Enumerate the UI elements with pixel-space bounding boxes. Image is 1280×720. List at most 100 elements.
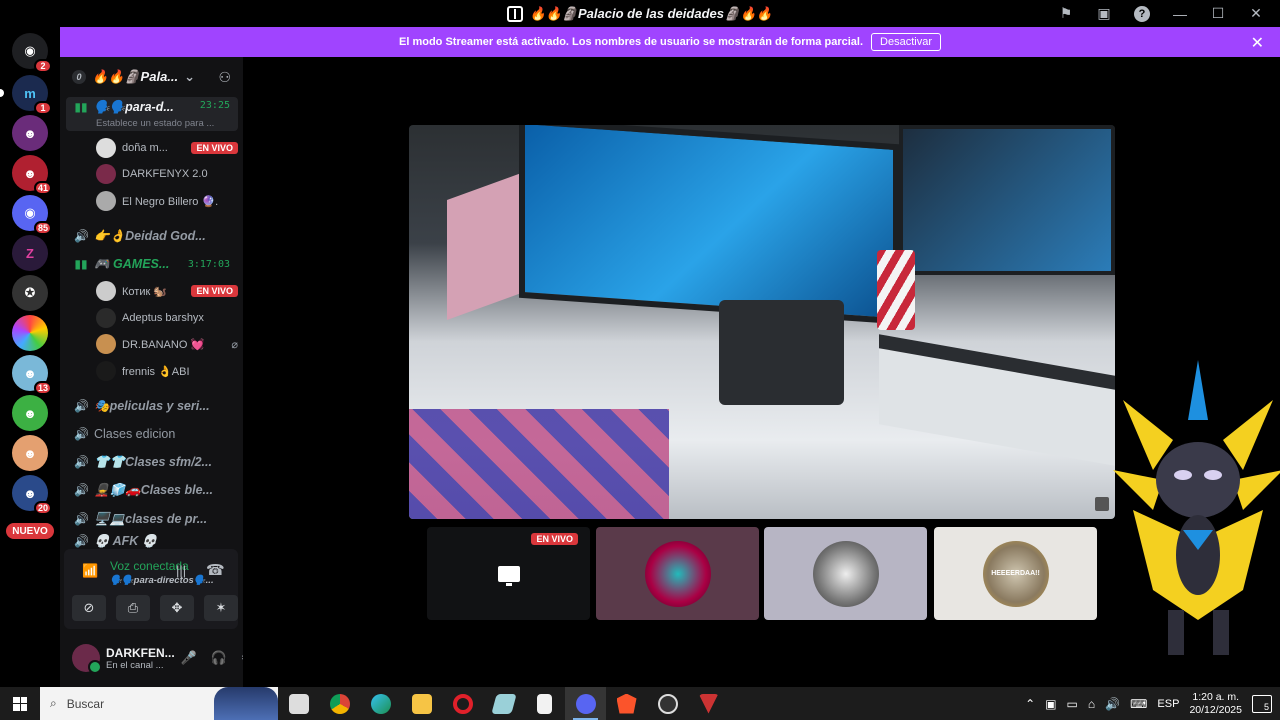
voice-active-icon: ▮▮ bbox=[74, 257, 88, 271]
soundboard-button[interactable]: ✶ bbox=[204, 595, 238, 621]
search-box[interactable]: ⌕ Buscar bbox=[40, 687, 278, 720]
start-button[interactable] bbox=[0, 687, 40, 720]
server-m-icon[interactable]: m1 bbox=[12, 75, 52, 115]
disable-streamer-button[interactable]: Desactivar bbox=[871, 33, 941, 51]
taskbar-app-opera[interactable] bbox=[442, 687, 483, 720]
microphone-icon[interactable]: 🎤 bbox=[181, 650, 197, 666]
clock-time: 1:20 a. m. bbox=[1192, 690, 1240, 703]
voice-user[interactable]: DARKFENYX 2.0 bbox=[96, 163, 238, 185]
voice-user[interactable]: El Negro Billero 🔮. bbox=[96, 190, 238, 212]
speaker-icon: 🔊 bbox=[74, 229, 89, 243]
taskbar-app-obs[interactable] bbox=[647, 687, 688, 720]
voice-channel-clases-blender[interactable]: 🔊 💂🧊🚗Clases ble... bbox=[66, 477, 238, 503]
keyboard-icon[interactable]: ⌨ bbox=[1130, 697, 1147, 711]
chevron-down-icon: ⌄ bbox=[184, 69, 196, 84]
server-avatar-icon[interactable]: ☻ bbox=[12, 395, 48, 431]
taskbar: ⌕ Buscar ⌃ ▣ ▭ ⌂ 🔊 ⌨ ESP 1:20 a. m. 20/1… bbox=[0, 687, 1280, 720]
voice-channel-name[interactable]: 🗣️🗣️para-directos🗣️... bbox=[110, 575, 214, 586]
notification-center-button[interactable]: 5 bbox=[1252, 694, 1272, 713]
search-icon: ⌕ bbox=[50, 696, 57, 710]
activities-icon: ✥ bbox=[171, 600, 183, 615]
channel-name: Clases edicion bbox=[94, 427, 176, 441]
volume-icon[interactable]: 🔊 bbox=[1105, 697, 1120, 711]
taskbar-app-notes[interactable] bbox=[483, 687, 524, 720]
taskbar-app-mail[interactable] bbox=[278, 687, 319, 720]
guild-header[interactable]: 0 🔥🔥🗿Pala... ⌄ ⚇ bbox=[60, 57, 243, 97]
server-avatar-icon[interactable]: ☻ bbox=[12, 435, 48, 471]
language-indicator[interactable]: ESP bbox=[1157, 698, 1179, 710]
server-emblem-icon[interactable]: ✪ bbox=[12, 275, 48, 311]
headphones-icon[interactable]: 🎧 bbox=[211, 650, 227, 666]
speaker-icon: 🔊 bbox=[74, 483, 89, 497]
participant-tile[interactable] bbox=[764, 527, 927, 620]
server-rainbow-icon[interactable] bbox=[12, 315, 48, 351]
channel-sidebar: 0 🔥🔥🗿Pala... ⌄ ⚇ ▮▮ 🗣️🗣️para-d... 23:25 … bbox=[60, 57, 253, 687]
server-avatar-icon[interactable]: ☻ 20 bbox=[12, 475, 52, 515]
server-avatar-icon[interactable]: ☻ 41 bbox=[12, 155, 52, 195]
share-screen-button[interactable]: ⎙ bbox=[116, 595, 150, 621]
voice-channel-games[interactable]: ▮▮ 🎮 GAMES... 3:17:03 bbox=[66, 251, 238, 277]
voice-channel-clases-pr[interactable]: 🔊 🖥️💻clases de pr... bbox=[66, 506, 238, 532]
voice-user[interactable]: Adeptus barshyx bbox=[96, 307, 238, 329]
voice-channel-peliculas[interactable]: 🔊 🎭peliculas y seri... bbox=[66, 393, 238, 419]
stream-tile[interactable]: EN VIVO bbox=[427, 527, 590, 620]
user-status: En el canal ... bbox=[106, 659, 164, 671]
voice-channel-afk[interactable]: 🔊 💀 AFK 💀 bbox=[66, 534, 238, 548]
user-panel: DARKFEN... En el canal ... 🎤 🎧 ⚙ bbox=[64, 635, 253, 681]
taskbar-app-brave[interactable] bbox=[606, 687, 647, 720]
server-avatar-icon[interactable]: ☻ 13 bbox=[12, 355, 52, 395]
fullscreen-icon[interactable] bbox=[1095, 497, 1109, 511]
title-bar: 🔥🔥🗿Palacio de las deidades🗿🔥🔥 ⚑ ▣ ? — ☐ … bbox=[0, 0, 1280, 27]
discord-server-icon[interactable]: ◉ 85 bbox=[12, 195, 52, 235]
participant-tile[interactable]: HEEEERDAA!! bbox=[934, 527, 1097, 620]
camera-icon[interactable]: ▣ bbox=[1045, 697, 1056, 711]
taskbar-app-discord[interactable] bbox=[565, 687, 606, 720]
voice-user[interactable]: doña m... EN VIVO bbox=[96, 137, 238, 159]
deafened-icon: ⌀ bbox=[231, 338, 238, 351]
avatar[interactable] bbox=[72, 644, 102, 674]
voice-user[interactable]: Котик 🐿️ EN VIVO bbox=[96, 280, 238, 302]
taskbar-app-edge[interactable] bbox=[360, 687, 401, 720]
taskbar-app-explorer[interactable] bbox=[401, 687, 442, 720]
close-icon[interactable]: ✕ bbox=[1251, 33, 1264, 53]
participant-tile[interactable] bbox=[596, 527, 759, 620]
window-title-text: 🔥🔥🗿Palacio de las deidades🗿🔥🔥 bbox=[529, 5, 773, 21]
user-controls: 🎤 🎧 ⚙ bbox=[181, 650, 253, 666]
discord-home-icon[interactable]: ◉ 2 bbox=[12, 33, 52, 73]
avatar bbox=[96, 361, 116, 381]
activities-button[interactable]: ✥ bbox=[160, 595, 194, 621]
camera-off-button[interactable]: ⊘ bbox=[72, 595, 106, 621]
voice-channel-clases-edicion[interactable]: 🔊 Clases edicion bbox=[66, 421, 238, 447]
server-badge: 20 bbox=[33, 501, 52, 515]
minimize-button[interactable]: — bbox=[1170, 4, 1190, 24]
disconnect-icon[interactable]: ☎ bbox=[206, 561, 225, 579]
flag-icon[interactable]: ⚑ bbox=[1056, 4, 1076, 24]
channel-status[interactable]: Establece un estado para ... bbox=[96, 118, 214, 129]
chevron-up-icon[interactable]: ⌃ bbox=[1025, 697, 1035, 711]
voice-user[interactable]: frennis 👌ABI bbox=[96, 360, 238, 382]
taskbar-app-other[interactable] bbox=[688, 687, 729, 720]
noise-suppression-icon[interactable]: ||| bbox=[176, 563, 186, 578]
inbox-icon[interactable]: ▣ bbox=[1094, 4, 1114, 24]
close-window-button[interactable]: ✕ bbox=[1246, 4, 1266, 24]
server-z-icon[interactable]: Z bbox=[12, 235, 48, 271]
channel-name: 🖥️💻clases de pr... bbox=[94, 511, 208, 526]
add-user-icon[interactable]: ⚇ bbox=[218, 69, 231, 86]
home-badge: 2 bbox=[34, 59, 52, 73]
voice-user[interactable]: DR.BANANO 💓 ⌀ bbox=[96, 333, 238, 355]
server-badge: 85 bbox=[33, 221, 52, 235]
server-avatar-icon[interactable]: ☻ bbox=[12, 115, 48, 151]
taskbar-app-chrome[interactable] bbox=[319, 687, 360, 720]
battery-icon[interactable]: ▭ bbox=[1067, 697, 1078, 711]
speaker-icon: 🔊 bbox=[74, 427, 89, 441]
help-icon[interactable]: ? bbox=[1132, 4, 1152, 24]
main-stream-video[interactable] bbox=[409, 125, 1115, 519]
voice-channel-clases-sfm[interactable]: 🔊 👕👕Clases sfm/2... bbox=[66, 449, 238, 475]
taskbar-app-file[interactable] bbox=[524, 687, 565, 720]
user-info[interactable]: DARKFEN... En el canal ... bbox=[106, 646, 175, 671]
maximize-button[interactable]: ☐ bbox=[1208, 4, 1228, 24]
clock[interactable]: 1:20 a. m. 20/12/2025 bbox=[1189, 691, 1242, 717]
live-badge: EN VIVO bbox=[191, 142, 238, 154]
network-icon[interactable]: ⌂ bbox=[1088, 697, 1095, 711]
voice-channel-deidad[interactable]: 🔊 👉👌Deidad God... bbox=[66, 223, 238, 249]
